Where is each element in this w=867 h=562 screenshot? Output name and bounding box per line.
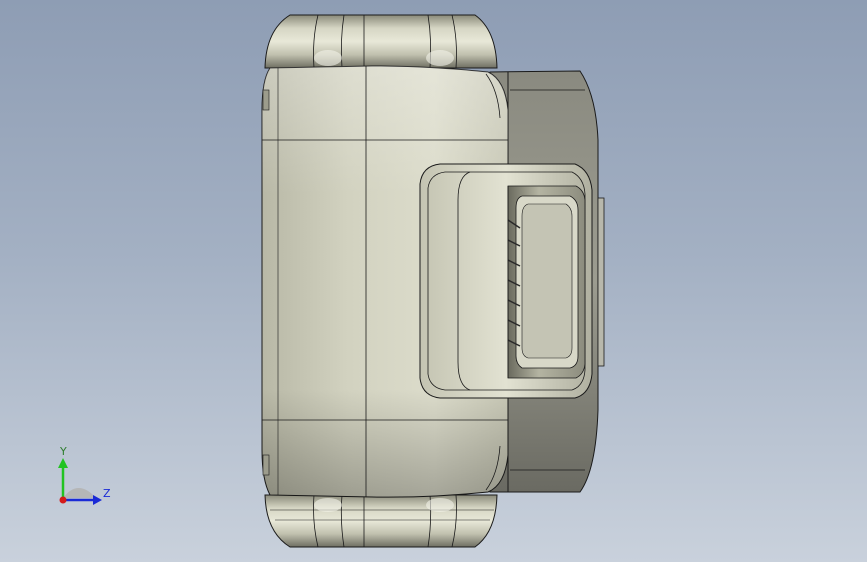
z-axis-arrow — [93, 495, 102, 505]
bottom-cylinder — [264, 494, 498, 548]
y-axis-label: Y — [59, 445, 67, 458]
x-axis-dot — [59, 496, 67, 504]
triad-plane — [63, 488, 96, 498]
view-triad[interactable]: Y Z — [58, 445, 111, 505]
cad-viewport[interactable]: Y Z — [0, 0, 867, 562]
connector-boss — [419, 163, 593, 399]
model-graphics[interactable]: Y Z — [0, 0, 867, 562]
top-cylinder — [264, 14, 498, 69]
z-axis-label: Z — [103, 487, 111, 500]
y-axis-arrow — [58, 458, 68, 468]
